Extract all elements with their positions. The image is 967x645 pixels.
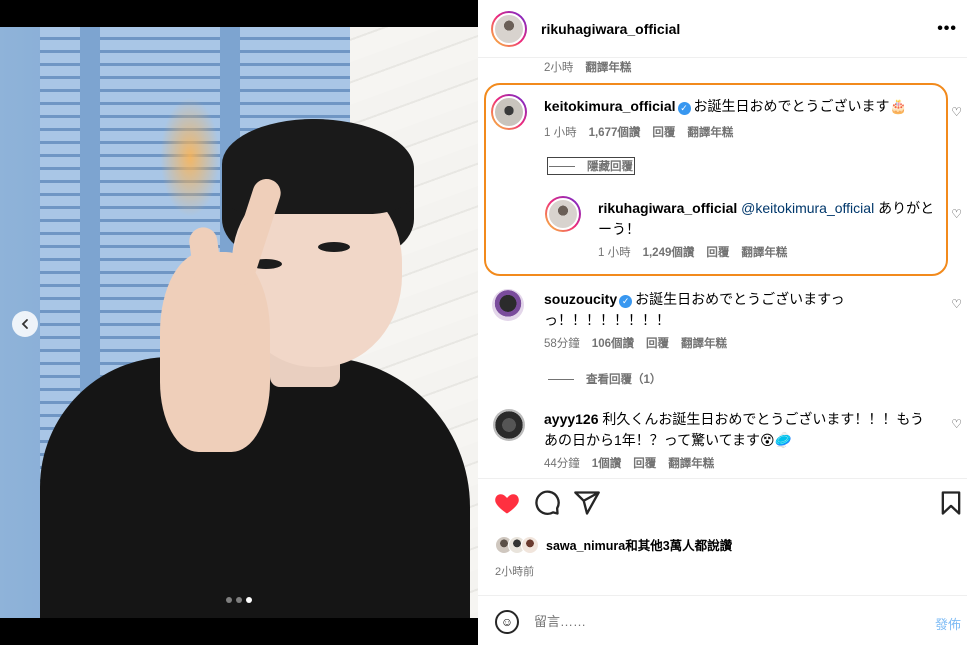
view-replies-button[interactable]: 查看回覆（1） [548, 371, 673, 387]
more-options-icon[interactable]: ••• [937, 20, 957, 38]
reply-button[interactable]: 回覆 [646, 335, 669, 351]
reply-like-icon[interactable]: ♡ [951, 207, 962, 221]
author-username[interactable]: rikuhagiwara_official [541, 21, 680, 37]
comment-text-line2: っ！！！！！！！！ [544, 312, 670, 328]
comment-text-line1: お誕生日おめでとうございますっ [635, 291, 845, 307]
comment-body: keitokimura_official ✓ お誕生日おめでとうございます🎂 [544, 96, 944, 117]
send-icon[interactable] [573, 489, 601, 517]
verified-badge-icon: ✓ [619, 295, 633, 308]
comment-text-line1: 利久くんお誕生日おめでとうございます！！！もう [602, 411, 924, 427]
caption-time: 2小時 [544, 62, 574, 74]
likes-text: sawa_nimura和其他3萬人都說讚 [546, 539, 733, 553]
post-header: rikuhagiwara_official ••• [478, 0, 967, 58]
comment-username[interactable]: ayyy126 [544, 411, 599, 427]
emoji-icon[interactable]: ☺ [495, 610, 519, 634]
caption-meta: 2小時 翻譯年糕 [544, 59, 643, 75]
reply-button[interactable]: 回覆 [706, 244, 729, 260]
comment-meta: 1 小時 1,677個讚 回覆 翻譯年糕 [544, 124, 745, 140]
comment-meta: 58分鐘 106個讚 回覆 翻譯年糕 [544, 335, 739, 351]
reply-meta: 1 小時 1,249個讚 回覆 翻譯年糕 [598, 244, 799, 260]
bookmark-icon[interactable] [937, 489, 965, 517]
verified-badge-icon: ✓ [677, 102, 691, 115]
comment-like-icon[interactable]: ♡ [951, 297, 962, 311]
comment-composer: ☺ 發佈 [478, 595, 967, 645]
comment-username[interactable]: keitokimura_official [544, 98, 676, 114]
comment-input[interactable] [534, 610, 914, 632]
reply-button[interactable]: 回覆 [652, 124, 675, 140]
translate-link[interactable]: 翻譯年糕 [741, 244, 787, 260]
photo-light [160, 97, 220, 217]
hide-replies-label: 隱藏回覆 [587, 161, 633, 173]
translate-link[interactable]: 翻譯年糕 [668, 455, 714, 471]
actions-divider [478, 478, 967, 479]
reply-button[interactable]: 回覆 [633, 455, 656, 471]
reply-text-line1: ありがと [874, 200, 935, 216]
author-avatar[interactable] [491, 10, 527, 47]
reply-time: 1 小時 [598, 247, 631, 259]
comment-likes[interactable]: 106個讚 [592, 335, 634, 351]
post-comment-button[interactable]: 發佈 [935, 614, 961, 633]
view-replies-label: 查看回覆（1） [586, 374, 662, 386]
commenter-avatar[interactable] [492, 289, 524, 321]
comment-likes[interactable]: 1個讚 [592, 455, 621, 471]
carousel-prev-button[interactable] [12, 311, 38, 337]
replies-line [549, 165, 575, 167]
reply-avatar[interactable] [545, 196, 581, 232]
comment-username[interactable]: souzoucity [544, 291, 617, 307]
comment-text-line2: あの日から1年！？って驚いてます😵🥏 [544, 432, 792, 448]
comment-time: 44分鐘 [544, 458, 580, 470]
comment-meta: 44分鐘 1個讚 回覆 翻譯年糕 [544, 455, 726, 471]
comment-like-icon[interactable]: ♡ [951, 417, 962, 431]
reply-likes[interactable]: 1,249個讚 [643, 244, 695, 260]
comment-body: souzoucity ✓ お誕生日おめでとうございますっ っ！！！！！！！！ [544, 289, 934, 331]
post-photo[interactable] [0, 27, 478, 618]
comment-text: お誕生日おめでとうございます🎂 [693, 98, 907, 114]
post-photo-panel [0, 0, 478, 645]
carousel-dot [236, 597, 242, 603]
carousel-dot [226, 597, 232, 603]
reply-text-line2: ーう！ [598, 221, 640, 237]
carousel-indicator [226, 597, 252, 603]
commenter-avatar[interactable] [491, 94, 527, 130]
comment-time: 58分鐘 [544, 338, 580, 350]
liker-avatar [521, 535, 539, 554]
hide-replies-button[interactable]: 隱藏回覆 [547, 157, 635, 175]
chevron-left-icon [21, 319, 28, 329]
comment-like-icon[interactable]: ♡ [951, 105, 962, 119]
reply-body: rikuhagiwara_official @keitokimura_offic… [598, 198, 943, 240]
translate-link[interactable]: 翻譯年糕 [585, 59, 631, 75]
commenter-avatar[interactable] [493, 409, 525, 441]
replies-line [548, 378, 574, 380]
translate-link[interactable]: 翻譯年糕 [681, 335, 727, 351]
post-side-panel: rikuhagiwara_official ••• 2小時 翻譯年糕 keito… [478, 0, 967, 645]
comment-icon[interactable] [533, 489, 561, 517]
reply-username[interactable]: rikuhagiwara_official [598, 200, 737, 216]
heart-filled-icon[interactable] [493, 489, 521, 517]
comment-body: ayyy126 利久くんお誕生日おめでとうございます！！！もう あの日から1年！… [544, 409, 934, 451]
photo-person-eye [318, 242, 350, 252]
likes-summary[interactable]: sawa_nimura和其他3萬人都說讚 [495, 535, 732, 554]
translate-link[interactable]: 翻譯年糕 [687, 124, 733, 140]
carousel-dot [246, 597, 252, 603]
comment-time: 1 小時 [544, 127, 577, 139]
reply-mention[interactable]: @keitokimura_official [741, 200, 874, 216]
posted-time: 2小時前 [495, 566, 535, 578]
comment-likes[interactable]: 1,677個讚 [589, 124, 641, 140]
